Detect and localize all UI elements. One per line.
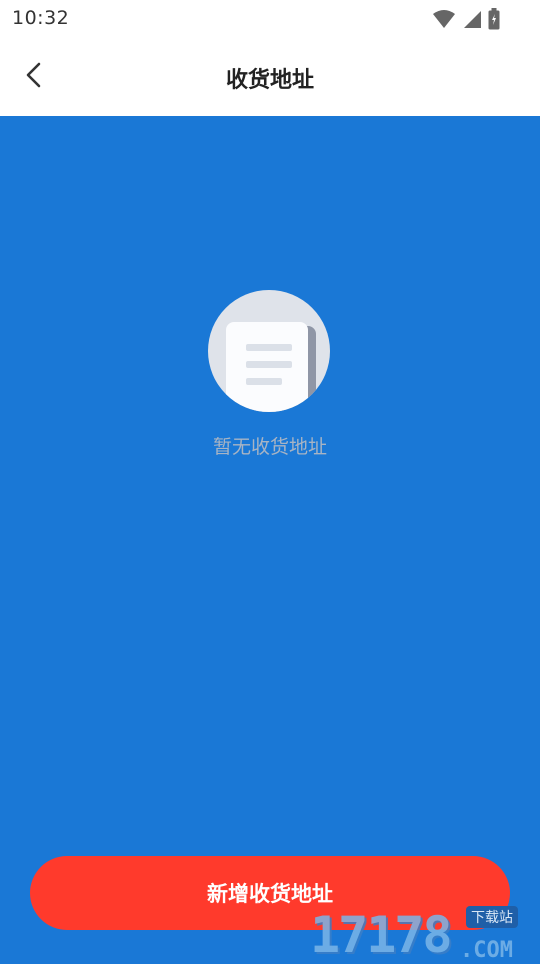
signal-icon xyxy=(462,9,482,33)
watermark-digits: 17178 xyxy=(310,906,453,964)
wifi-icon xyxy=(432,9,456,33)
status-time: 10:32 xyxy=(12,7,70,29)
watermark-domain: .COM xyxy=(460,938,513,963)
watermark: 17178 下载站 .COM xyxy=(310,894,538,964)
status-icons xyxy=(432,8,500,34)
empty-state-message: 暂无收货地址 xyxy=(212,436,327,458)
address-list-area: 暂无收货地址 新增收货地址 17178 下载站 .COM xyxy=(0,116,540,964)
document-icon xyxy=(208,290,330,416)
empty-state-illustration xyxy=(208,290,330,412)
page-title: 收货地址 xyxy=(225,68,314,93)
watermark-badge: 下载站 xyxy=(466,906,518,928)
battery-icon xyxy=(488,8,500,34)
status-bar: 10:32 xyxy=(0,0,540,38)
nav-bar: 收货地址 xyxy=(0,38,540,116)
